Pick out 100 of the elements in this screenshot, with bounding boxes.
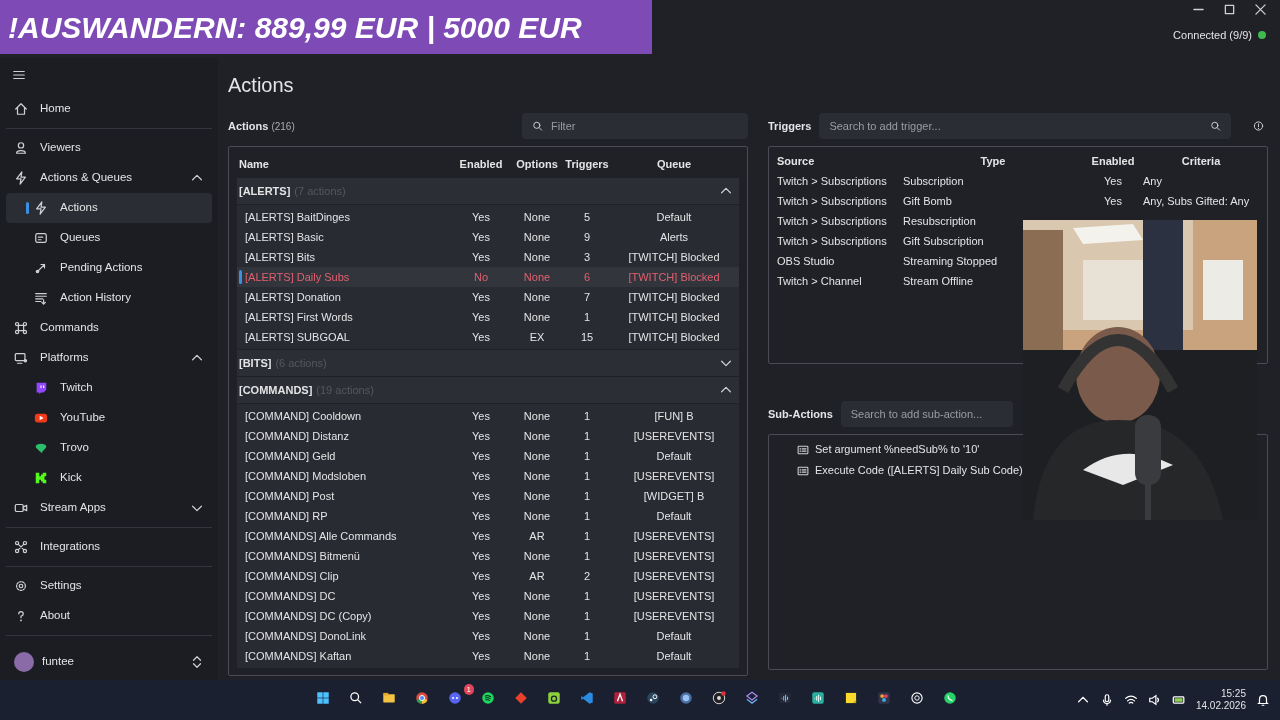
table-cell-text: [COMMANDS] Clip	[245, 568, 340, 584]
taskbar-time[interactable]: 15:25	[1220, 688, 1246, 700]
filter-field[interactable]: Filter	[522, 113, 748, 139]
phone-chat-icon[interactable]	[943, 691, 957, 706]
column-header[interactable]: Type	[903, 152, 1083, 170]
table-cell-text: Yes	[471, 329, 491, 345]
app-icon[interactable]	[613, 691, 627, 706]
sub-action-search-field[interactable]: Search to add sub-action...	[840, 401, 1013, 427]
column-header[interactable]: Enabled	[1083, 152, 1143, 170]
code-editor-icon[interactable]	[580, 691, 594, 706]
sidebar-item[interactable]: Settings	[6, 571, 212, 601]
table-cell-text: [ALERTS] Donation	[245, 289, 342, 305]
close-icon[interactable]	[1255, 4, 1266, 15]
menu-icon[interactable]	[12, 68, 26, 82]
stream-banner: !AUSWANDERN: 889,99 EUR | 5000 EUR	[0, 0, 652, 54]
table-cell-text: [COMMANDS] DonoLink	[245, 628, 368, 644]
bell-icon[interactable]	[1256, 693, 1270, 707]
table-cell-text: 9	[582, 229, 592, 245]
table-cell-text: Alerts	[658, 229, 690, 245]
column-header[interactable]: Options	[509, 155, 565, 173]
expand-icon[interactable]	[190, 655, 204, 669]
battery-icon[interactable]	[1171, 693, 1186, 707]
audio-icon[interactable]	[811, 691, 825, 706]
browser-icon[interactable]	[415, 691, 429, 706]
taskbar-date[interactable]: 14.02.2026	[1195, 700, 1246, 712]
table-cell-text: [USEREVENTS]	[632, 468, 716, 484]
table-cell-text: [COMMANDS] DC (Copy)	[245, 608, 373, 624]
table-cell-text: Yes	[471, 448, 491, 464]
table-cell-text: None	[522, 448, 552, 464]
maximize-icon[interactable]	[1224, 4, 1235, 15]
table-cell-text: OBS Studio	[777, 253, 836, 269]
sub-action-label[interactable]: Execute Code ([ALERTS] Daily Sub Code)	[815, 462, 1023, 479]
avatar[interactable]	[14, 652, 34, 672]
column-header[interactable]: Name	[237, 155, 453, 173]
table-cell-text: None	[522, 309, 552, 325]
steam-icon[interactable]	[646, 691, 660, 706]
table-cell-text: None	[522, 428, 552, 444]
panel-title: Sub-Actions	[768, 406, 833, 422]
table-cell-text: Twitch > Subscriptions	[777, 173, 888, 189]
trovo-icon	[34, 441, 48, 455]
sidebar-item[interactable]: Action History	[6, 283, 212, 313]
table-cell-text: Resubscription	[903, 213, 977, 229]
sidebar-item[interactable]: Pending Actions	[6, 253, 212, 283]
settings-icon	[14, 579, 28, 593]
table-cell-text: Any, Subs Gifted: Any	[1143, 193, 1251, 209]
column-header[interactable]: Enabled	[453, 155, 509, 173]
sidebar-item[interactable]: Viewers	[6, 133, 212, 163]
column-header[interactable]: Queue	[609, 155, 739, 173]
search-icon[interactable]	[349, 691, 363, 706]
trigger-search-field[interactable]: Search to add trigger...	[819, 113, 1231, 139]
start-icon[interactable]	[316, 691, 330, 706]
app-icon[interactable]	[547, 691, 561, 706]
table-cell-text: 1	[582, 528, 592, 544]
info-icon[interactable]	[1253, 119, 1264, 133]
app-icon[interactable]	[877, 691, 891, 706]
music-app-icon[interactable]	[481, 691, 495, 706]
note-icon[interactable]	[844, 691, 858, 706]
sidebar-item[interactable]: YouTube	[6, 403, 212, 433]
table-cell-text: 1	[582, 428, 592, 444]
sidebar-item[interactable]: Stream Apps	[6, 493, 212, 523]
table-cell-text: 1	[582, 468, 592, 484]
home-icon	[14, 102, 28, 116]
page-title: Actions	[228, 73, 295, 98]
table-cell-text: Yes	[1103, 193, 1123, 209]
sidebar-item[interactable]: About	[6, 601, 212, 631]
sidebar-item[interactable]: Queues	[6, 223, 212, 253]
sub-action-label[interactable]: Set argument %needSub% to '10'	[815, 441, 980, 458]
twitch-icon	[34, 381, 48, 395]
sidebar-item[interactable]: Platforms	[6, 343, 212, 373]
speaker-icon[interactable]	[1147, 693, 1162, 707]
table-cell-text: [COMMANDS] Bitmenü	[245, 548, 361, 564]
record-icon[interactable]	[712, 691, 726, 706]
app-icon[interactable]	[745, 691, 759, 706]
table-cell-text: Yes	[1103, 173, 1123, 189]
table-cell-text: [COMMANDS] Alle Commands	[245, 528, 398, 544]
column-header[interactable]: Criteria	[1143, 152, 1259, 170]
table-cell-text: [COMMAND] Post	[245, 488, 336, 504]
table-cell-text: None	[522, 648, 552, 664]
sidebar-item[interactable]: Integrations	[6, 532, 212, 562]
diamond-icon[interactable]	[514, 691, 528, 706]
table-cell-text: Yes	[471, 428, 491, 444]
table-cell-text: 1	[582, 548, 592, 564]
chat-app-icon[interactable]	[448, 691, 462, 706]
sidebar-item[interactable]: Home	[6, 94, 212, 124]
sidebar-item[interactable]: Twitch	[6, 373, 212, 403]
sidebar-item[interactable]: Actions	[6, 193, 212, 223]
table-cell-text: [TWITCH] Blocked	[627, 329, 721, 345]
sidebar-item[interactable]: Actions & Queues	[6, 163, 212, 193]
table-cell-text: [USEREVENTS]	[632, 528, 716, 544]
wifi-icon[interactable]	[1123, 693, 1138, 707]
sidebar-item[interactable]: Kick	[6, 463, 212, 493]
sidebar-item[interactable]: Trovo	[6, 433, 212, 463]
audio-icon[interactable]	[778, 691, 792, 706]
column-header[interactable]: Source	[777, 152, 903, 170]
table-cell-text: [COMMAND] RP	[245, 508, 329, 524]
app-icon[interactable]	[679, 691, 693, 706]
sidebar-item[interactable]: Commands	[6, 313, 212, 343]
table-cell-text: [COMMAND] Cooldown	[245, 408, 363, 424]
table-cell-text: 15	[579, 329, 595, 345]
column-header[interactable]: Triggers	[565, 155, 609, 173]
